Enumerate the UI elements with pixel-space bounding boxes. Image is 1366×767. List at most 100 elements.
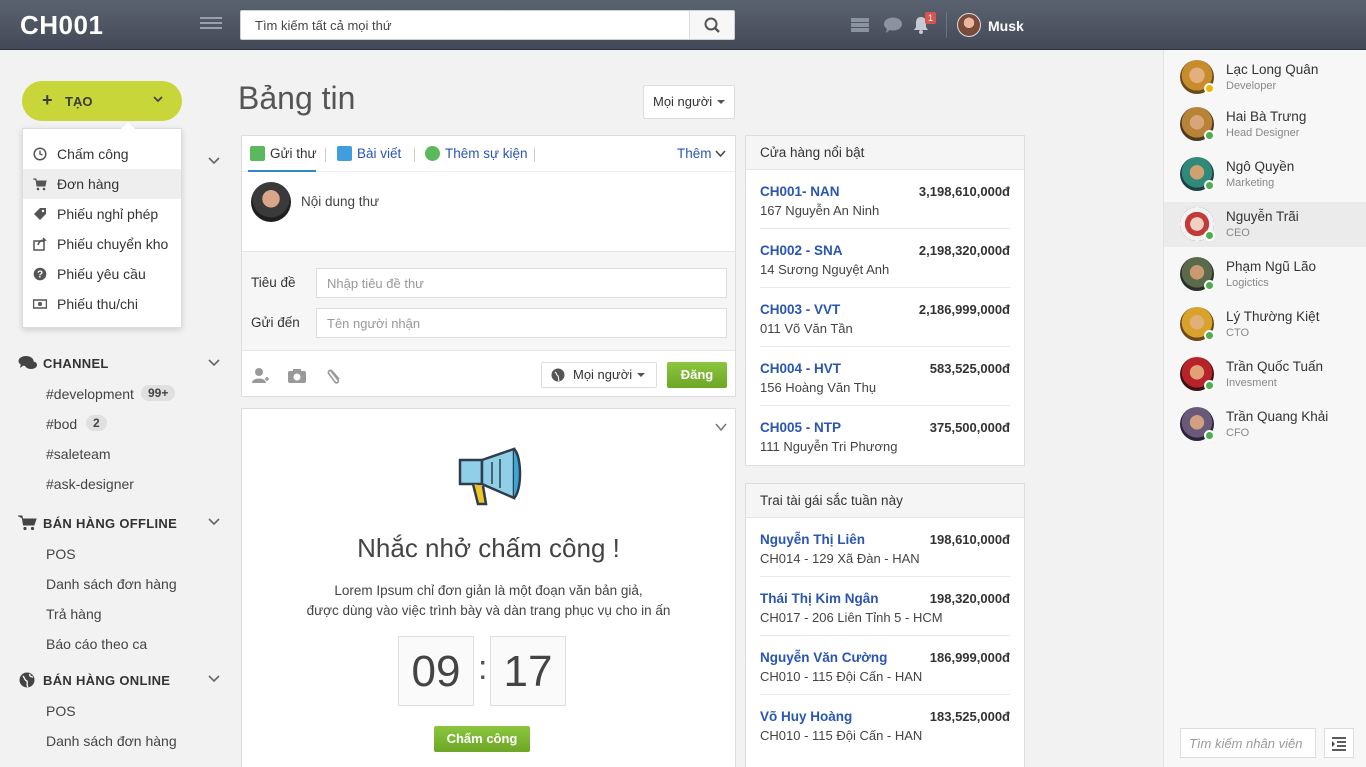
member-item[interactable]: Phạm Ngũ Lão Logictics — [1164, 252, 1366, 297]
online-item-pos[interactable]: POS — [46, 703, 76, 719]
store-link[interactable]: CH001- NAN — [760, 184, 840, 199]
post-audience-dropdown[interactable]: Mọi người — [541, 362, 657, 388]
seller-store: CH010 - 115 Đội Cấn - HAN — [760, 669, 923, 684]
channel-item-saleteam[interactable]: #saleteam — [46, 446, 111, 462]
cart-icon — [33, 178, 47, 191]
status-indicator — [1204, 430, 1215, 441]
offline-item-orders[interactable]: Danh sách đơn hàng — [46, 576, 177, 592]
user-avatar[interactable] — [957, 13, 981, 37]
chevron-down-icon[interactable] — [207, 674, 221, 684]
store-address: 111 Nguyễn Tri Phương — [760, 439, 898, 454]
create-menu-item-order[interactable]: Đơn hàng — [23, 169, 181, 199]
mail-form: Tiêu đề Gửi đến — [242, 251, 735, 351]
member-name: Trần Quang Khải — [1226, 409, 1329, 424]
menu-toggle-icon[interactable] — [200, 17, 222, 33]
member-sidebar: Lạc Long Quân Developer Hai Bà Trưng Head … — [1163, 50, 1366, 767]
online-sales-section-title[interactable]: BÁN HÀNG ONLINE — [18, 672, 170, 688]
create-menu-item-leave[interactable]: Phiếu nghỉ phép — [23, 199, 181, 229]
status-indicator — [1204, 83, 1215, 94]
member-role: Developer — [1226, 80, 1277, 92]
channel-section-title[interactable]: CHANNEL — [18, 355, 109, 371]
unread-badge: 2 — [86, 415, 107, 431]
status-indicator — [1204, 180, 1215, 191]
chevron-down-icon[interactable] — [207, 517, 221, 527]
offline-item-shift-report[interactable]: Báo cáo theo ca — [46, 636, 147, 652]
seller-link[interactable]: Nguyễn Thị Liên — [760, 532, 865, 547]
offline-item-pos[interactable]: POS — [46, 546, 76, 562]
chevron-down-icon[interactable] — [715, 423, 727, 432]
member-search-input[interactable] — [1180, 728, 1316, 758]
global-search-input[interactable] — [241, 11, 691, 39]
pencil-icon — [337, 146, 352, 161]
store-link[interactable]: CH002 - SNA — [760, 243, 843, 258]
search-button[interactable] — [689, 11, 734, 39]
store-link[interactable]: CH004 - HVT — [760, 361, 841, 376]
globe-icon — [551, 368, 565, 382]
member-item[interactable]: Nguyễn Trãi CEO — [1164, 202, 1366, 247]
member-item[interactable]: Trần Quốc Tuấn Invesment — [1164, 352, 1366, 397]
chevron-down-icon[interactable] — [207, 156, 221, 166]
subject-input[interactable] — [316, 268, 727, 298]
server-icon[interactable] — [850, 15, 870, 35]
member-list-toggle-button[interactable] — [1324, 728, 1354, 758]
create-menu: Chấm công Đơn hàng Phiếu nghỉ phép Phiếu… — [22, 122, 182, 328]
create-menu-item-timekeeping[interactable]: Chấm công — [23, 139, 181, 169]
create-menu-item-receipt[interactable]: Phiếu thu/chi — [23, 289, 181, 319]
chevron-down-icon[interactable] — [207, 358, 221, 368]
tab-add-event[interactable]: Thêm sự kiện — [425, 146, 528, 161]
tab-more[interactable]: Thêm — [677, 146, 726, 161]
user-name[interactable]: Musk — [988, 18, 1024, 34]
channel-item-ask-designer[interactable]: #ask-designer — [46, 476, 134, 492]
member-role: CFO — [1226, 427, 1250, 439]
create-menu-label: Phiếu thu/chi — [57, 296, 138, 312]
member-item[interactable]: Lý Thường Kiệt CTO — [1164, 302, 1366, 347]
brand-logo[interactable]: CH001 — [20, 10, 103, 41]
member-name: Phạm Ngũ Lão — [1226, 259, 1317, 274]
seller-link[interactable]: Võ Huy Hoàng — [760, 709, 852, 724]
clock-icon — [33, 147, 47, 161]
seller-link[interactable]: Nguyễn Văn Cường — [760, 650, 887, 665]
store-address: 14 Sương Nguyệt Anh — [760, 262, 890, 277]
subject-label: Tiêu đề — [251, 275, 296, 290]
composer-avatar — [251, 182, 291, 222]
create-menu-item-request[interactable]: ? Phiếu yêu cầu — [23, 259, 181, 289]
post-button[interactable]: Đăng — [667, 362, 727, 388]
create-button[interactable]: + TẠO — [22, 81, 182, 121]
offline-sales-section-title[interactable]: BÁN HÀNG OFFLINE — [18, 515, 177, 531]
add-user-icon[interactable] — [250, 366, 270, 386]
timekeeping-button[interactable]: Chấm công — [434, 726, 530, 752]
chat-icon[interactable] — [883, 15, 903, 35]
seller-store: CH010 - 115 Đội Cấn - HAN — [760, 728, 923, 743]
create-menu-item-transfer[interactable]: Phiếu chuyển kho — [23, 229, 181, 259]
member-name: Lạc Long Quân — [1226, 62, 1319, 77]
clock-minute: 17 — [490, 636, 566, 706]
post-composer: Gửi thư Bài viết Thêm sự kiện Thêm Nội d… — [241, 135, 736, 397]
offline-item-returns[interactable]: Trả hàng — [46, 606, 102, 622]
member-item[interactable]: Lạc Long Quân Developer — [1164, 55, 1366, 100]
member-item[interactable]: Trần Quang Khải CFO — [1164, 402, 1366, 447]
audience-filter-dropdown[interactable]: Mọi người — [643, 85, 735, 119]
status-indicator — [1204, 230, 1215, 241]
store-address: 167 Nguyễn An Ninh — [760, 203, 880, 218]
paperclip-icon[interactable] — [325, 366, 345, 386]
seller-link[interactable]: Thái Thị Kim Ngân — [760, 591, 879, 606]
post-audience-label: Mọi người — [573, 367, 633, 382]
tab-post[interactable]: Bài viết — [337, 146, 401, 161]
store-link[interactable]: CH005 - NTP — [760, 420, 841, 435]
member-item[interactable]: Hai Bà Trưng Head Designer — [1164, 102, 1366, 147]
reminder-description-line: được dùng vào việc trình bày và dàn tran… — [306, 603, 671, 618]
camera-icon[interactable] — [287, 366, 307, 386]
tab-send-mail[interactable]: Gửi thư — [250, 146, 317, 161]
message-content-placeholder[interactable]: Nội dung thư — [301, 194, 379, 209]
member-item[interactable]: Ngô Quyền Marketing — [1164, 152, 1366, 197]
channel-title-label: CHANNEL — [43, 356, 109, 371]
channel-item-development[interactable]: #development — [46, 386, 134, 402]
recipient-input[interactable] — [316, 308, 727, 338]
composer-tabs: Gửi thư Bài viết Thêm sự kiện Thêm — [242, 136, 735, 172]
channel-item-bod[interactable]: #bod — [46, 416, 77, 432]
caret-down-icon — [637, 373, 646, 377]
chevron-down-icon — [153, 96, 163, 103]
store-link[interactable]: CH003 - VVT — [760, 302, 840, 317]
online-item-orders[interactable]: Danh sách đơn hàng — [46, 733, 177, 749]
store-address: 011 Võ Văn Tần — [760, 321, 853, 336]
